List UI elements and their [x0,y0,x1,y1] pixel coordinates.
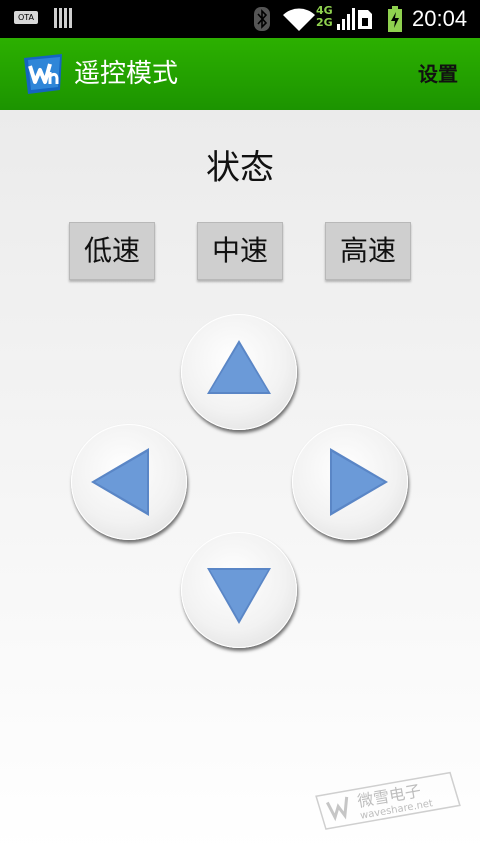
forward-button[interactable] [181,314,297,430]
arrow-up-icon [207,340,271,394]
action-bar: 遥控模式 设置 [0,38,480,110]
arrow-right-icon [330,448,388,516]
remote-control-panel: 状态 低速 中速 高速 [0,110,480,854]
right-button[interactable] [292,424,408,540]
settings-button[interactable]: 设置 [418,38,458,110]
left-button[interactable] [71,424,187,540]
bluetooth-icon [254,7,270,31]
arrow-down-icon [207,568,271,624]
app-title: 遥控模式 [74,59,179,89]
status-text: 状态 [206,148,274,188]
ota-icon: OTA [14,11,38,24]
medium-speed-button[interactable]: 中速 [197,222,283,280]
arrow-left-icon [91,448,149,516]
status-time: 20:04 [412,6,468,31]
network-type-label: 4G 2G [316,4,333,29]
sim-icon [358,10,372,29]
battery-charging-icon [388,6,402,32]
wifi-icon [283,8,315,31]
signal-icon [337,8,355,30]
low-speed-button[interactable]: 低速 [69,222,155,280]
waveshare-watermark: 微雪电子 waveshare.net [315,771,461,830]
status-bar: OTA 4G 2G 20:04 [0,0,480,38]
notification-bars-icon [54,8,72,28]
backward-button[interactable] [181,532,297,648]
waveshare-logo-icon [24,54,62,94]
high-speed-button[interactable]: 高速 [325,222,411,280]
